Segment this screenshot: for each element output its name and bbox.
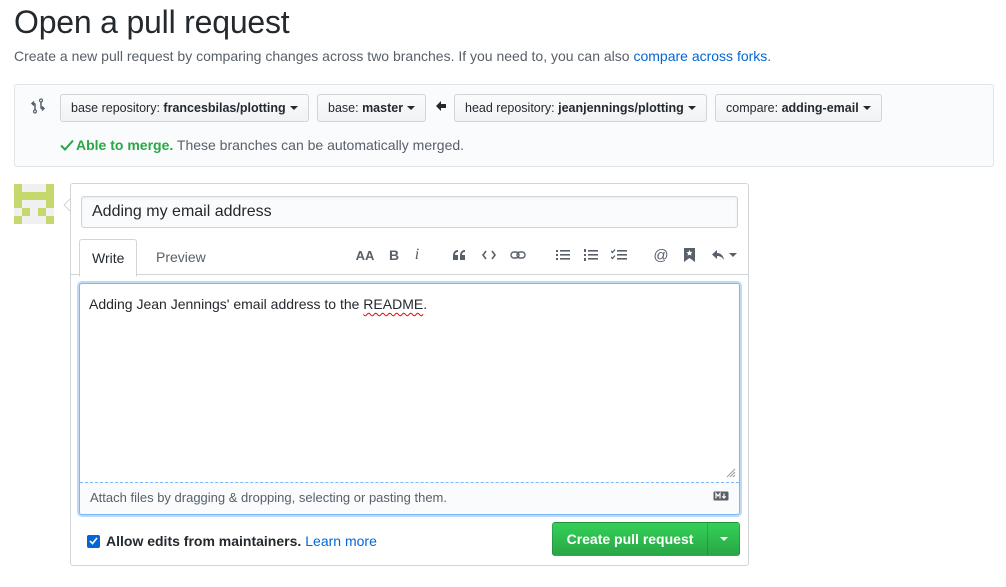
task-list-button[interactable] — [608, 244, 630, 266]
compare-arrows-icon — [30, 98, 46, 114]
base-branch-value: master — [362, 101, 404, 115]
task-list-icon — [611, 249, 627, 260]
chevron-down-icon — [862, 106, 871, 110]
reply-icon — [712, 250, 724, 260]
quote-icon — [453, 250, 465, 260]
bold-icon: B — [388, 247, 400, 263]
misspelled-word: README — [363, 296, 424, 312]
quote-button[interactable] — [448, 244, 470, 266]
tab-write[interactable]: Write — [79, 239, 138, 277]
compare-branch-value: adding-email — [781, 101, 859, 115]
base-branch-label: base: — [328, 101, 363, 115]
attach-files-bar[interactable]: Attach files by dragging & dropping, sel… — [80, 482, 739, 514]
attach-files-hint: Attach files by dragging & dropping, sel… — [90, 490, 447, 505]
compare-across-forks-link[interactable]: compare across forks — [633, 48, 767, 64]
chevron-down-icon — [407, 106, 416, 110]
create-pull-request-dropdown[interactable] — [707, 522, 740, 556]
heading-icon: AA — [355, 247, 375, 263]
base-branch-select[interactable]: base: master — [317, 94, 427, 122]
mention-button[interactable]: @ — [650, 244, 672, 266]
subtitle-end: . — [767, 48, 772, 64]
ordered-list-icon — [584, 249, 598, 261]
markdown-icon[interactable] — [713, 491, 729, 501]
resize-handle-icon[interactable] — [726, 468, 736, 478]
checkmark-icon — [89, 537, 98, 545]
mention-icon: @ — [653, 246, 669, 264]
bulleted-list-button[interactable] — [552, 244, 574, 266]
chevron-down-icon — [289, 106, 298, 110]
italic-button[interactable]: i — [406, 244, 428, 266]
pr-body-after: . — [423, 296, 428, 312]
allow-edits-option[interactable]: Allow edits from maintainers. Learn more — [87, 533, 377, 549]
head-repository-label: head repository: — [465, 101, 559, 115]
bookmark-icon — [683, 248, 695, 262]
page-subtitle: Create a new pull request by comparing c… — [14, 48, 771, 64]
reply-menu-button[interactable] — [708, 244, 740, 266]
pr-title-input[interactable] — [81, 196, 738, 228]
numbered-list-button[interactable] — [580, 244, 602, 266]
base-repository-label: base repository: — [71, 101, 164, 115]
check-icon — [60, 139, 74, 151]
link-icon — [510, 251, 526, 259]
subtitle-text: Create a new pull request by comparing c… — [14, 48, 634, 64]
merge-status: Able to merge. These branches can be aut… — [60, 137, 464, 153]
head-repository-value: jeanjennings/plotting — [558, 101, 684, 115]
unordered-list-icon — [556, 250, 570, 260]
heading-button[interactable]: AA — [354, 244, 376, 266]
chevron-down-icon — [729, 253, 737, 257]
head-repository-select[interactable]: head repository: jeanjennings/plotting — [454, 94, 707, 122]
merge-ok-label: Able to merge. — [76, 137, 174, 153]
pr-body-textarea[interactable]: Adding Jean Jennings' email address to t… — [79, 283, 740, 515]
chevron-down-icon — [719, 537, 728, 541]
arrow-left-icon — [436, 101, 446, 111]
tab-preview[interactable]: Preview — [144, 239, 218, 275]
create-pull-request-button[interactable]: Create pull request — [552, 522, 708, 556]
page-title: Open a pull request — [14, 4, 290, 40]
link-button[interactable] — [507, 244, 529, 266]
code-icon — [482, 250, 496, 260]
allow-edits-label: Allow edits from maintainers. — [106, 533, 302, 549]
pr-body-text: Adding Jean Jennings' email address to t… — [89, 296, 427, 312]
saved-reply-button[interactable] — [678, 244, 700, 266]
code-button[interactable] — [478, 244, 500, 266]
chevron-down-icon — [687, 106, 696, 110]
learn-more-link[interactable]: Learn more — [305, 533, 377, 549]
base-repository-value: francesbilas/plotting — [163, 101, 286, 115]
compare-box: base repository: francesbilas/plotting b… — [14, 84, 994, 167]
base-repository-select[interactable]: base repository: francesbilas/plotting — [60, 94, 309, 122]
avatar[interactable] — [14, 184, 54, 224]
merge-status-text: These branches can be automatically merg… — [173, 137, 465, 153]
pull-request-form: Write Preview AA B i @ Adding Jean Jenni… — [70, 183, 749, 566]
allow-edits-checkbox[interactable] — [87, 534, 100, 548]
compare-branch-select[interactable]: compare: adding-email — [715, 94, 882, 122]
compare-branch-label: compare: — [726, 101, 782, 115]
italic-icon: i — [414, 246, 420, 263]
pr-body-before: Adding Jean Jennings' email address to t… — [89, 296, 364, 312]
bold-button[interactable]: B — [383, 244, 405, 266]
